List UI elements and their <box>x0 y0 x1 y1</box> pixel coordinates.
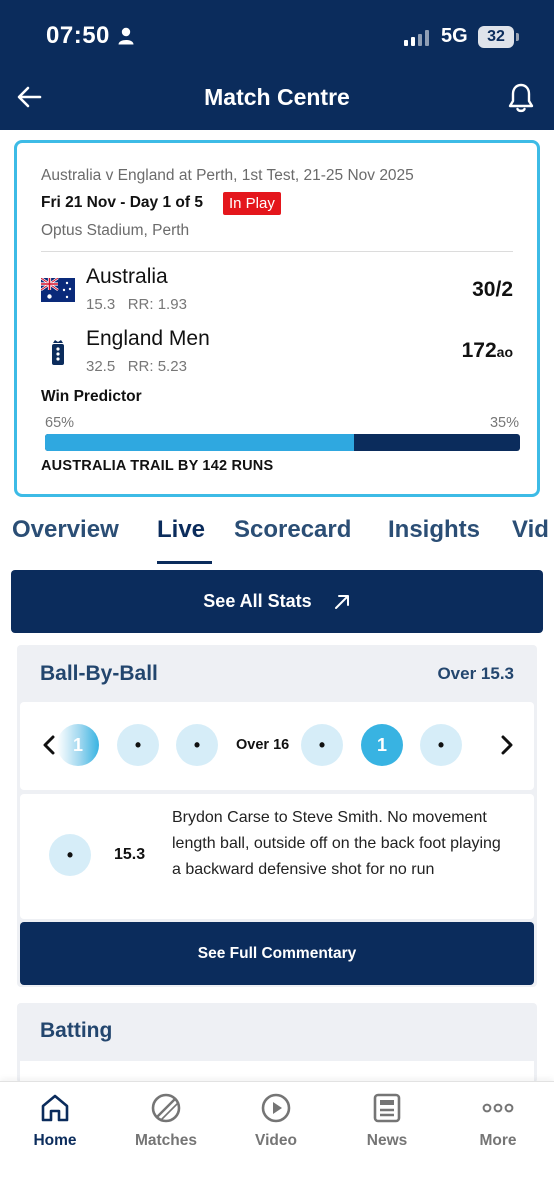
ball-marker[interactable]: • <box>420 724 462 766</box>
tab-video[interactable]: Vid <box>512 516 549 544</box>
team-overs-england: 32.5 RR: 5.23 <box>86 358 187 375</box>
overs-value: 32.5 <box>86 358 116 375</box>
person-icon <box>118 27 134 45</box>
commentary-over: 15.3 <box>114 846 146 863</box>
see-all-stats-button[interactable]: See All Stats <box>11 570 543 633</box>
win-predictor-right-pct: 35% <box>489 415 519 431</box>
win-predictor-fill <box>45 434 354 451</box>
network-type: 5G <box>441 25 468 47</box>
team-score-england: 172ao <box>461 339 513 362</box>
commentary-text: Brydon Carse to Steve Smith. No movement… <box>172 809 501 878</box>
over-strip: 1 • • Over 16 • 1 • <box>20 702 534 790</box>
nav-home[interactable]: Home <box>0 1082 110 1162</box>
run-rate-value: RR: 5.23 <box>127 358 187 375</box>
ball-marker[interactable]: 1 <box>57 724 99 766</box>
trail-status: AUSTRALIA TRAIL BY 142 RUNS <box>41 458 274 474</box>
see-all-stats-label: See All Stats <box>203 591 312 611</box>
ball-by-ball-title: Ball-By-Ball <box>40 662 158 685</box>
win-predictor-bar <box>45 434 520 451</box>
tab-live[interactable]: Live <box>157 516 205 544</box>
news-icon <box>373 1093 401 1123</box>
nav-label: More <box>479 1132 517 1149</box>
tab-scorecard[interactable]: Scorecard <box>234 516 351 544</box>
match-description: Australia v England at Perth, 1st Test, … <box>41 167 414 184</box>
nav-label: News <box>366 1132 408 1149</box>
ball-marker[interactable]: • <box>301 724 343 766</box>
current-over: Over 15.3 <box>437 664 514 683</box>
win-predictor-label: Win Predictor <box>41 388 142 405</box>
bottom-nav: Home Matches Video News More <box>0 1081 554 1200</box>
live-status-badge: In Play <box>223 192 281 215</box>
home-icon <box>41 1094 69 1122</box>
page-title: Match Centre <box>204 84 350 110</box>
cricket-ball-icon <box>151 1093 181 1123</box>
commentary-ball: • <box>49 834 91 876</box>
nav-matches[interactable]: Matches <box>111 1082 221 1162</box>
tab-overview[interactable]: Overview <box>12 516 119 544</box>
status-time: 07:50 <box>46 22 110 49</box>
divider <box>41 251 513 252</box>
app-header: 07:50 5G 32 Match Centre <box>0 0 554 130</box>
win-predictor-left-pct: 65% <box>45 415 75 431</box>
australia-flag-icon <box>41 278 75 302</box>
external-arrow-icon <box>334 595 349 610</box>
battery-icon: 32 <box>478 26 519 48</box>
more-dots-icon <box>482 1103 514 1113</box>
bell-icon[interactable] <box>506 82 536 114</box>
nav-video[interactable]: Video <box>221 1082 331 1162</box>
team-overs-australia: 15.3 RR: 1.93 <box>86 296 187 313</box>
commentary-item: • 15.3 Brydon Carse to Steve Smith. No m… <box>20 794 534 919</box>
nav-news[interactable]: News <box>332 1082 442 1162</box>
batting-title: Batting <box>40 1019 113 1042</box>
ball-marker-selected[interactable]: 1 <box>361 724 403 766</box>
nav-label: Home <box>33 1132 77 1149</box>
play-icon <box>261 1093 291 1123</box>
team-score-australia: 30/2 <box>472 278 513 301</box>
team-name-australia: Australia <box>86 265 168 288</box>
overs-value: 15.3 <box>86 296 116 313</box>
signal-icon <box>404 30 432 46</box>
active-tab-indicator <box>157 561 212 564</box>
england-crest-icon <box>52 340 64 365</box>
match-venue: Optus Stadium, Perth <box>41 222 190 239</box>
nav-label: Matches <box>134 1132 198 1149</box>
see-full-commentary-button[interactable]: See Full Commentary <box>20 922 534 985</box>
batting-panel: Batting <box>17 1003 537 1091</box>
team-name-england: England Men <box>86 327 210 350</box>
ball-marker[interactable]: • <box>176 724 218 766</box>
nav-more[interactable]: More <box>443 1082 553 1162</box>
tab-insights[interactable]: Insights <box>388 516 480 544</box>
match-day: Fri 21 Nov - Day 1 of 5 <box>41 194 203 211</box>
chevron-right-icon[interactable] <box>500 735 514 755</box>
chevron-left-icon[interactable] <box>42 735 56 755</box>
over-label: Over 16 <box>236 737 290 753</box>
ball-marker[interactable]: • <box>117 724 159 766</box>
run-rate-value: RR: 1.93 <box>127 296 187 313</box>
match-summary-card[interactable]: Australia v England at Perth, 1st Test, … <box>14 140 540 497</box>
nav-label: Video <box>255 1132 297 1149</box>
